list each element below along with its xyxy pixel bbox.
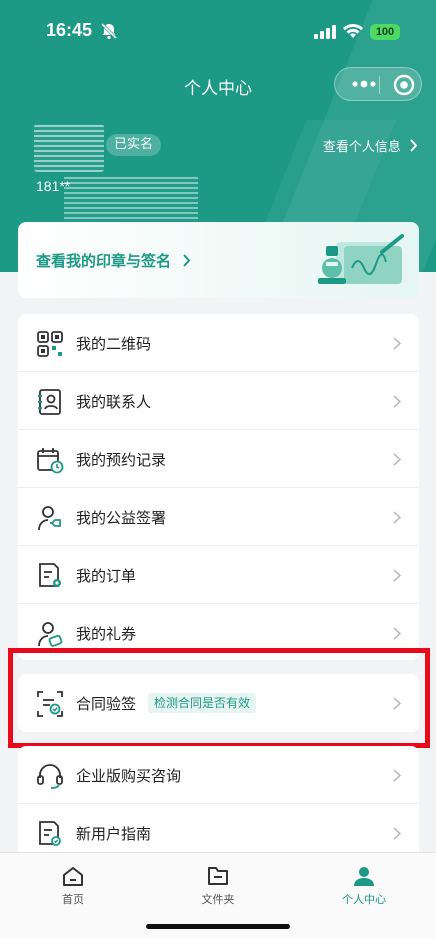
menu-item-label: 我的二维码 (76, 335, 152, 353)
contacts-icon (38, 389, 61, 415)
tab-folder[interactable]: 文件夹 (168, 865, 268, 907)
menu-item-qrcode[interactable]: 我的二维码 (18, 314, 419, 372)
chevron-right-icon (393, 395, 401, 408)
tab-profile[interactable]: 个人中心 (314, 865, 414, 907)
capsule-divider (379, 76, 380, 94)
chevron-right-icon (393, 511, 401, 524)
user-icon (354, 867, 374, 886)
menu-item-label: 我的礼券 (76, 625, 137, 643)
tab-label: 首页 (62, 893, 84, 906)
support-menu: 企业版购买咨询 新用户指南 (18, 746, 419, 866)
menu-item-orders[interactable]: 我的订单 (18, 546, 419, 604)
menu-item-contacts[interactable]: 我的联系人 (18, 372, 419, 430)
seal-signature-card[interactable]: 查看我的印章与签名 (18, 222, 419, 298)
menu-item-label: 企业版购买咨询 (76, 767, 182, 785)
folder-icon (208, 867, 228, 885)
order-icon (39, 563, 61, 587)
status-bar: 16:45 100 (0, 0, 436, 62)
home-indicator (146, 924, 290, 929)
chevron-right-icon (183, 254, 191, 267)
menu-item-label: 我的公益签署 (76, 509, 167, 527)
home-icon (63, 867, 83, 886)
chevron-right-icon (410, 139, 418, 152)
seal-card-link[interactable]: 查看我的印章与签名 (36, 250, 191, 271)
chevron-right-icon (393, 769, 401, 782)
chevron-right-icon (393, 337, 401, 350)
view-profile-label: 查看个人信息 (322, 140, 401, 155)
mute-bell-icon (100, 22, 118, 40)
personal-menu: 我的二维码 我的联系人 我的预约记录 我的公益签署 我的订单 我的礼券 (18, 314, 419, 660)
menu-item-enterprise-consult[interactable]: 企业版购买咨询 (18, 746, 419, 804)
highlight-box (8, 648, 430, 748)
wifi-icon (343, 24, 363, 38)
menu-item-charity[interactable]: 我的公益签署 (18, 488, 419, 546)
more-icon[interactable] (349, 68, 379, 100)
charity-icon (38, 506, 61, 531)
headset-icon (37, 764, 63, 789)
status-time: 16:45 (46, 20, 93, 40)
tab-label: 文件夹 (201, 893, 235, 906)
chevron-right-icon (393, 827, 401, 840)
tab-label: 个人中心 (342, 893, 386, 906)
view-profile-link[interactable]: 查看个人信息 (323, 136, 418, 155)
signal-icon (314, 25, 336, 39)
menu-item-label: 我的预约记录 (76, 451, 167, 469)
tab-home[interactable]: 首页 (23, 865, 123, 907)
menu-item-label: 新用户指南 (76, 825, 152, 843)
seal-card-label: 查看我的印章与签名 (36, 252, 172, 270)
miniprogram-capsule[interactable] (334, 67, 422, 101)
close-miniprogram-icon[interactable] (393, 74, 415, 96)
masked-phone (64, 176, 198, 224)
menu-item-appointments[interactable]: 我的预约记录 (18, 430, 419, 488)
seal-signature-illustration (318, 234, 404, 284)
chevron-right-icon (393, 453, 401, 466)
battery-indicator: 100 (370, 24, 400, 40)
menu-item-label: 我的订单 (76, 567, 137, 585)
masked-username (34, 124, 104, 172)
qrcode-icon (37, 331, 63, 357)
guide-icon (39, 821, 61, 846)
verified-badge: 已实名 (106, 134, 162, 156)
calendar-icon (37, 448, 64, 474)
chevron-right-icon (393, 569, 401, 582)
menu-item-label: 我的联系人 (76, 393, 152, 411)
chevron-right-icon (393, 627, 401, 640)
coupon-icon (38, 622, 63, 647)
